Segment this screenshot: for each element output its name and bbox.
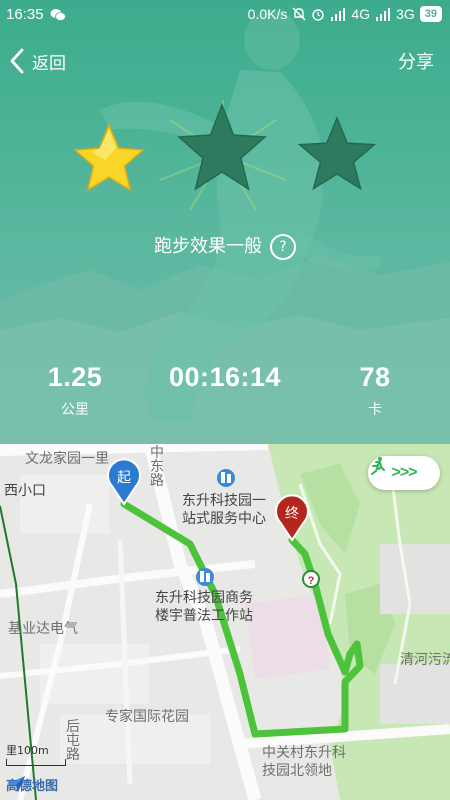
map-label: 技园北领地 <box>262 763 332 779</box>
stat-calories: 78 卡 <box>300 362 450 419</box>
wechat-icon <box>50 9 66 21</box>
network-speed: 0.0K/s <box>247 6 288 22</box>
map-logo: 高德地图 <box>6 775 58 794</box>
star-filled-icon <box>72 123 146 192</box>
scale-label: 100m <box>17 744 49 757</box>
network-type-2: 3G <box>396 6 415 22</box>
map-label: 楼宇普法工作站 <box>155 608 253 624</box>
mute-icon <box>292 7 306 21</box>
effect-text: 跑步效果一般 <box>154 236 262 257</box>
more-chevrons: >>> <box>391 464 417 481</box>
effect-summary: 跑步效果一般? <box>0 232 450 260</box>
map-label: 西小口 <box>4 483 46 499</box>
signal-icon <box>376 7 391 21</box>
run-detail-button[interactable]: >>> <box>368 456 440 490</box>
battery-indicator: 39 <box>419 6 442 22</box>
map-label: 东升科技园一 <box>182 493 266 509</box>
road-label: 后屯路 <box>66 719 80 763</box>
map-label: 清河污流 <box>400 652 450 668</box>
status-right: 0.0K/s 4G 3G 39 <box>248 6 442 22</box>
back-button[interactable]: 返回 <box>8 48 66 74</box>
star-empty-icon <box>297 116 377 191</box>
distance-value: 1.25 <box>47 362 103 392</box>
rating-stars <box>72 100 377 211</box>
unknown-poi-icon[interactable]: ? <box>302 570 320 588</box>
help-icon[interactable]: ? <box>270 234 296 260</box>
scale-bar <box>6 759 66 766</box>
duration-value: 00:16:14 <box>168 362 282 392</box>
start-marker-label: 起 <box>117 470 131 486</box>
signal-hd-icon <box>331 7 346 21</box>
unknown-poi-glyph: ? <box>308 575 315 587</box>
map-label: 文龙家园一里 <box>25 451 109 467</box>
amap-logo-icon <box>7 776 25 792</box>
nav-bar: 返回 分享 <box>0 40 450 84</box>
map-scale: 里100m <box>6 742 66 766</box>
network-type-1: 4G <box>351 6 371 22</box>
calories-value: 78 <box>359 362 391 392</box>
chevron-left-icon <box>10 48 24 74</box>
stat-duration: 00:16:14 <box>150 362 300 399</box>
map-label: 基业达电气 <box>8 621 78 637</box>
start-marker[interactable]: 起 <box>107 458 141 506</box>
road-label: 中东路 <box>150 445 164 489</box>
result-header: 16:35 0.0K/s 4G 3G 39 返回 分享 跑步效果一般 ? 1.2… <box>0 0 450 444</box>
status-bar: 16:35 0.0K/s 4G 3G 39 <box>0 0 450 30</box>
back-label: 返回 <box>32 53 66 74</box>
calories-unit: 卡 <box>368 402 382 418</box>
map-label: 站式服务中心 <box>182 511 266 527</box>
building-poi-icon[interactable] <box>196 568 214 586</box>
distance-unit: 公里 <box>61 402 89 418</box>
alarm-icon <box>312 9 325 21</box>
map-label: 东升科技园商务 <box>155 590 253 606</box>
status-time: 16:35 <box>6 6 44 23</box>
scale-char: 里 <box>6 744 17 757</box>
stat-distance: 1.25 公里 <box>0 362 150 419</box>
map-label: 中关村东升科 <box>262 745 346 761</box>
route-map[interactable]: 起 终 ? 文龙家园一里 西小口 东升科技园一 站式服务中心 东升科技园商务 楼… <box>0 444 450 800</box>
end-marker-label: 终 <box>285 506 299 522</box>
runner-icon <box>371 457 385 475</box>
share-button[interactable]: 分享 <box>398 48 434 74</box>
building-poi-icon[interactable] <box>217 469 235 487</box>
map-label: 专家国际花园 <box>105 709 189 725</box>
star-empty-icon <box>177 102 267 191</box>
